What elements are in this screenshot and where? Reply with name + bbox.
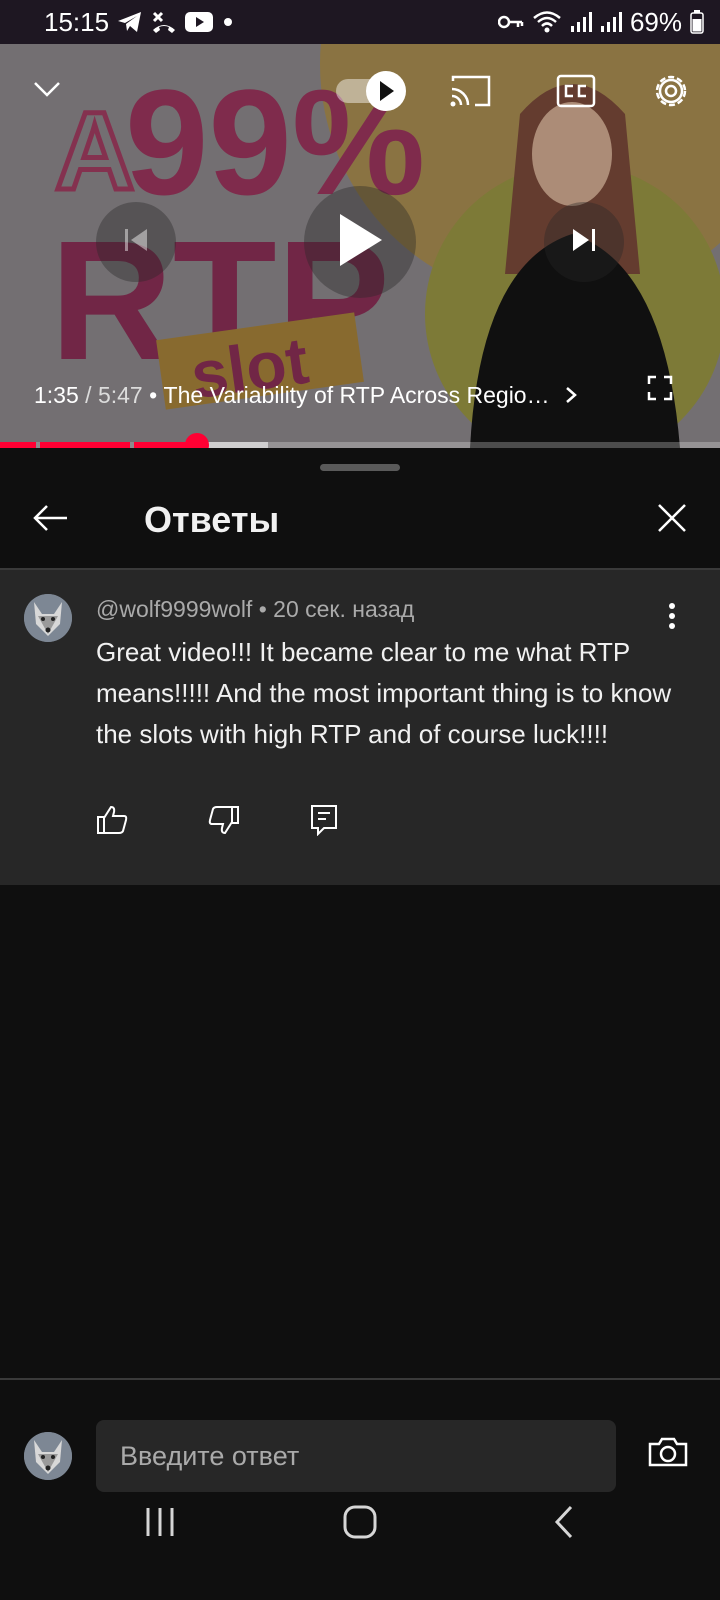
settings-button[interactable] [648,70,694,116]
status-time: 15:15 [44,6,110,37]
video-duration: 5:47 [97,381,143,408]
wolf-avatar-image [24,594,72,642]
back-arrow-icon [31,503,69,538]
reply-button[interactable] [302,800,346,844]
youtube-icon [185,12,214,32]
battery-percent: 69% [629,6,682,37]
android-nav-bar [0,1470,720,1600]
signal-icon [570,11,592,33]
play-button[interactable] [304,186,416,298]
next-button[interactable] [544,202,624,282]
collapse-button[interactable] [22,66,72,116]
meta-separator: • [252,596,274,622]
battery-icon [690,10,704,34]
telegram-icon [117,11,143,33]
next-icon [570,226,598,259]
previous-button[interactable] [96,202,176,282]
collapse-chevron-icon [32,80,62,103]
more-vert-icon [668,602,676,635]
comment-card: @wolf9999wolf • 20 сек. назад Great vide… [0,570,720,885]
chapter-title: The Variability of RTP Across Regio… [163,381,550,408]
chapter-chevron-icon [564,385,578,405]
drag-handle[interactable] [320,464,400,471]
panel-header: Ответы [0,474,720,566]
chapter-dot: • [142,381,164,408]
comment-text: Great video!!! It became clear to me wha… [96,637,672,749]
missed-call-icon [151,10,177,34]
home-icon [343,1505,377,1544]
comment-time: 20 сек. назад [273,596,415,622]
dot-icon [221,15,235,29]
avatar[interactable] [24,594,72,642]
recents-icon [144,1506,176,1543]
vpn-key-icon [497,14,524,30]
settings-gear-icon [650,70,692,117]
thumbs-down-icon [208,805,240,840]
reply-placeholder: Введите ответ [120,1440,300,1471]
captions-button[interactable] [554,72,598,114]
autoplay-toggle-icon [334,68,410,119]
chapter-info[interactable]: 1:35 / 5:47 • The Variability of RTP Acr… [34,380,578,410]
cast-button[interactable] [446,72,496,114]
signal-icon [600,11,622,33]
video-player[interactable]: A 99% RTP slot 1:35 / 5:47 • The Variabi… [0,44,720,448]
home-button[interactable] [336,1500,384,1548]
comment-meta: @wolf9999wolf • 20 сек. назад [96,596,414,623]
autoplay-toggle[interactable] [334,70,410,116]
previous-icon [122,226,150,259]
recents-button[interactable] [136,1500,184,1548]
fullscreen-icon [647,375,673,406]
close-icon [656,502,688,539]
cast-icon [449,73,493,114]
footer-divider [0,1378,720,1380]
comment-reply-icon [310,804,338,841]
captions-icon [556,74,596,113]
like-button[interactable] [90,800,134,844]
status-bar: 15:15 69% [0,0,720,44]
back-nav-button[interactable] [540,1500,588,1548]
progress-scrubber[interactable] [184,433,209,448]
fullscreen-button[interactable] [640,370,680,410]
camera-icon [648,1436,688,1473]
panel-title: Ответы [144,499,280,540]
dislike-button[interactable] [202,800,246,844]
close-button[interactable] [648,496,696,544]
comment-author[interactable]: @wolf9999wolf [96,596,252,622]
play-icon [336,212,384,273]
current-time: 1:35 [34,381,79,408]
replies-panel: Ответы @wolf9999wolf • 20 сек. назад Gre… [0,448,720,1600]
back-button[interactable] [22,496,78,544]
wifi-icon [532,10,562,34]
back-nav-icon [553,1505,575,1544]
thumbs-up-icon [96,805,128,840]
time-separator: / [78,381,98,408]
